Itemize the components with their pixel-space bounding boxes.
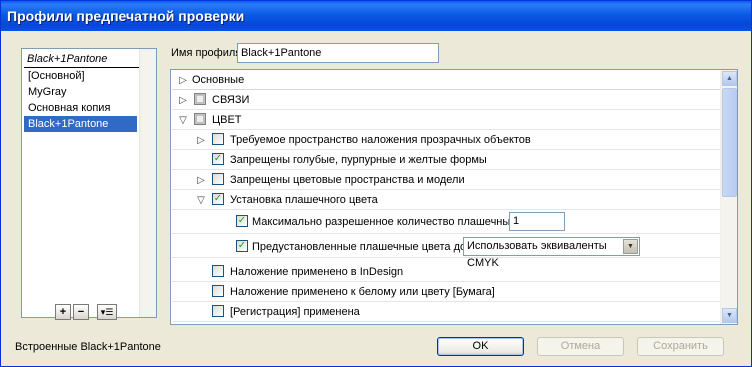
- tree-row-color-spaces-forbidden[interactable]: ▷ Запрещены цветовые пространства и моде…: [172, 170, 721, 190]
- tree-row-cmy-forbidden[interactable]: ✓ Запрещены голубые, пурпурные и желтые …: [172, 150, 721, 170]
- profile-list-buttons: + − ▾☰: [55, 304, 117, 320]
- profile-list[interactable]: Black+1Pantone [Основной] MyGray Основна…: [21, 48, 157, 318]
- tree-label-registration: [Регистрация] применена: [230, 306, 360, 318]
- menu-icon: ▾☰: [100, 306, 114, 317]
- preflight-profiles-dialog: Профили предпечатной проверки Black+1Pan…: [0, 0, 752, 367]
- cmy-forbidden-checkbox[interactable]: ✓: [212, 153, 224, 165]
- collapse-triangle-icon[interactable]: ▽: [196, 195, 206, 206]
- scroll-up-icon[interactable]: ▲: [722, 71, 737, 86]
- overprint-indesign-checkbox[interactable]: [212, 265, 224, 277]
- expand-triangle-icon[interactable]: ▷: [178, 75, 188, 86]
- tree-label-cmy-forbidden: Запрещены голубые, пурпурные и желтые фо…: [230, 154, 487, 166]
- scroll-thumb[interactable]: [722, 88, 737, 197]
- profile-item-basic-copy[interactable]: Основная копия: [24, 100, 137, 116]
- embedded-profile-label: Встроенные Black+1Pantone: [15, 341, 161, 353]
- tree-row-registration[interactable]: [Регистрация] применена: [172, 302, 721, 322]
- tree-row-color[interactable]: ▽ ЦВЕТ: [172, 110, 721, 130]
- tree-label-overprint-white: Наложение применено к белому или цвету […: [230, 286, 495, 298]
- add-profile-button[interactable]: +: [55, 304, 71, 320]
- scroll-down-icon[interactable]: ▼: [722, 308, 737, 323]
- tree-label-overprint-indesign: Наложение применено в InDesign: [230, 266, 404, 278]
- profile-list-scrollbar[interactable]: [139, 49, 156, 317]
- profile-list-header: Black+1Pantone: [24, 51, 152, 68]
- save-button[interactable]: Сохранить: [637, 337, 724, 356]
- tree-row-basic[interactable]: ▷ Основные: [172, 70, 721, 90]
- tree-scrollbar[interactable]: ▲ ▼: [720, 70, 737, 324]
- preset-spot-select[interactable]: Использовать эквиваленты CMYK ▼: [463, 237, 640, 269]
- window-title: Профили предпечатной проверки: [1, 1, 751, 31]
- color-spaces-forbidden-checkbox[interactable]: [212, 173, 224, 185]
- preset-spot-checkbox[interactable]: ✓: [236, 240, 248, 252]
- links-checkbox[interactable]: [194, 93, 206, 105]
- tree-row-transparency-space[interactable]: ▷ Требуемое пространство наложения прозр…: [172, 130, 721, 150]
- tree-row-overprint-white[interactable]: Наложение применено к белому или цвету […: [172, 282, 721, 302]
- profile-item-mygray[interactable]: MyGray: [24, 84, 137, 100]
- profile-item-black-1pantone[interactable]: Black+1Pantone: [24, 116, 137, 132]
- expand-triangle-icon[interactable]: ▷: [196, 175, 206, 186]
- minus-icon: −: [77, 305, 85, 318]
- expand-triangle-icon[interactable]: ▷: [196, 135, 206, 146]
- profile-name-input[interactable]: Black+1Pantone: [237, 43, 439, 63]
- spot-setup-checkbox[interactable]: ✓: [212, 193, 224, 205]
- tree-label-spot-setup: Установка плашечного цвета: [230, 194, 378, 206]
- tree-row-spot-setup[interactable]: ▽ ✓ Установка плашечного цвета: [172, 190, 721, 210]
- profile-menu-button[interactable]: ▾☰: [97, 304, 117, 320]
- delete-profile-button[interactable]: −: [73, 304, 89, 320]
- ok-button[interactable]: OK: [437, 337, 524, 356]
- profile-item-basic[interactable]: [Основной]: [24, 68, 137, 84]
- registration-checkbox[interactable]: [212, 305, 224, 317]
- tree-label-color: ЦВЕТ: [212, 114, 242, 126]
- tree-label-transparency-space: Требуемое пространство наложения прозрач…: [230, 134, 531, 146]
- expand-triangle-icon[interactable]: ▷: [178, 95, 188, 106]
- cancel-button[interactable]: Отмена: [537, 337, 624, 356]
- tree-label-color-spaces-forbidden: Запрещены цветовые пространства и модели: [230, 174, 465, 186]
- tree-row-preset-spot: ✓ Предустановленные плашечные цвета долж…: [172, 234, 721, 269]
- collapse-triangle-icon[interactable]: ▽: [178, 115, 188, 126]
- color-checkbox[interactable]: [194, 113, 206, 125]
- tree-label-links: СВЯЗИ: [212, 94, 250, 106]
- preflight-rules-tree: ▷ Основные ▷ СВЯЗИ ▽ ЦВЕТ ▷ Требуемое пр…: [170, 69, 738, 325]
- max-spot-input[interactable]: 1: [509, 212, 565, 231]
- tree-label-basic: Основные: [192, 74, 245, 86]
- tree-row-overprint-indesign[interactable]: Наложение применено в InDesign: [172, 262, 721, 282]
- profile-name-label: Имя профиля:: [171, 47, 245, 59]
- overprint-white-checkbox[interactable]: [212, 285, 224, 297]
- transparency-space-checkbox[interactable]: [212, 133, 224, 145]
- preset-spot-label: Предустановленные плашечные цвета должны…: [252, 241, 497, 253]
- tree-row-max-spot: ✓ Максимально разрешенное количество пла…: [172, 210, 721, 234]
- max-spot-checkbox[interactable]: ✓: [236, 215, 248, 227]
- tree-row-links[interactable]: ▷ СВЯЗИ: [172, 90, 721, 110]
- plus-icon: +: [59, 305, 67, 318]
- chevron-down-icon[interactable]: ▼: [623, 239, 638, 254]
